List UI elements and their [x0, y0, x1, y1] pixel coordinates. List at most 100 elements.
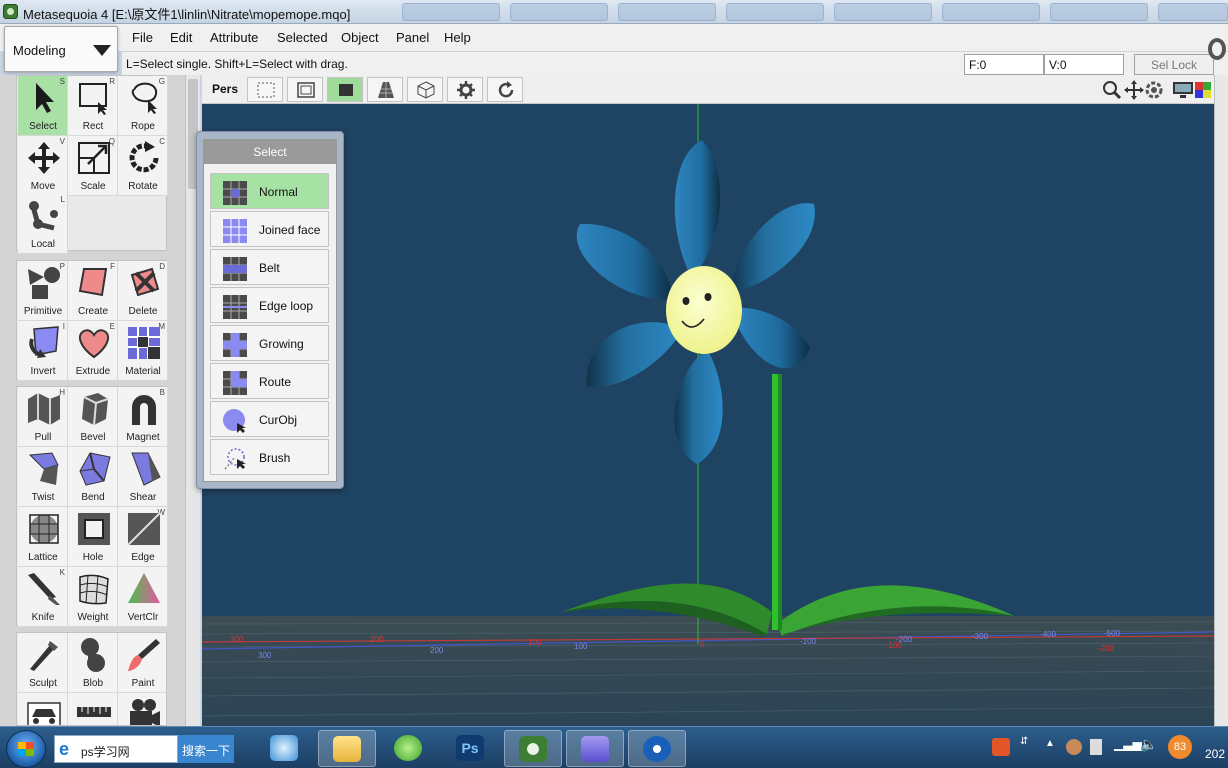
- tool-bend[interactable]: Bend: [68, 447, 118, 507]
- taskbar-app-browser[interactable]: [256, 730, 314, 767]
- wire-icon: [297, 82, 315, 98]
- tool-vertclr[interactable]: VertClr: [118, 567, 168, 627]
- status-hint: L=Select single. Shift+L=Select with dra…: [126, 57, 348, 71]
- menu-object[interactable]: Object: [341, 30, 379, 45]
- monitor-icon[interactable]: [1172, 81, 1194, 99]
- wireframe-rect-button[interactable]: [247, 77, 283, 102]
- z-tick-label: -400: [1040, 630, 1057, 639]
- delete-icon: [130, 267, 160, 297]
- taskbar-app-explorer[interactable]: [318, 730, 376, 767]
- tool-ruler[interactable]: [68, 693, 118, 725]
- view-mode-label[interactable]: Pers: [212, 82, 238, 96]
- tool-knife[interactable]: K Knife: [18, 567, 68, 627]
- menu-attribute[interactable]: Attribute: [210, 30, 258, 45]
- tool-scale[interactable]: Q Scale: [68, 136, 118, 196]
- cube-grid-button[interactable]: [407, 77, 443, 102]
- select-mode-growing[interactable]: Growing: [210, 325, 329, 361]
- tool-primitive[interactable]: P Primitive: [18, 261, 68, 321]
- menu-selected[interactable]: Selected: [277, 30, 328, 45]
- title-bar: Metasequoia 4 [E:\原文件1\linlin\Nitrate\mo…: [0, 0, 1228, 24]
- mode-value: Modeling: [13, 43, 66, 58]
- start-button[interactable]: [6, 730, 46, 768]
- tool-rope[interactable]: G Rope: [118, 76, 168, 136]
- select-mode-joined-face[interactable]: Joined face: [210, 211, 329, 247]
- menu-edit[interactable]: Edit: [170, 30, 192, 45]
- car-icon: [27, 702, 61, 725]
- joined-face-icon: [223, 219, 247, 243]
- tool-shear[interactable]: Shear: [118, 447, 168, 507]
- user-avatar-icon[interactable]: [1066, 739, 1082, 755]
- ime-settings-icon[interactable]: ⇵: [1020, 736, 1028, 747]
- tool-rotate[interactable]: C Rotate: [118, 136, 168, 196]
- select-mode-route[interactable]: Route: [210, 363, 329, 399]
- tool-blob[interactable]: Blob: [68, 633, 118, 693]
- texture-button[interactable]: [367, 77, 403, 102]
- menu-file[interactable]: File: [132, 30, 153, 45]
- tool-delete[interactable]: D Delete: [118, 261, 168, 321]
- tool-local[interactable]: L Local: [18, 194, 68, 254]
- usb-device-icon[interactable]: [1090, 739, 1102, 755]
- tool-rect[interactable]: R Rect: [68, 76, 118, 136]
- weight-icon: [79, 574, 109, 605]
- clock[interactable]: 202: [1205, 747, 1225, 761]
- tool-camera[interactable]: [118, 693, 166, 725]
- taskbar-search-box[interactable]: e ps学习网: [54, 735, 178, 763]
- 3d-viewport[interactable]: 300 200 100 0 -100 -200 300 200 100 -100…: [202, 104, 1214, 726]
- tool-invert[interactable]: I Invert: [18, 321, 68, 381]
- tool-magnet[interactable]: B Magnet: [118, 387, 168, 447]
- zoom-icon[interactable]: [1102, 80, 1122, 100]
- background-tab: [726, 3, 824, 21]
- select-mode-brush[interactable]: Brush: [210, 439, 329, 475]
- background-tab: [834, 3, 932, 21]
- color-palette-icon[interactable]: [1194, 81, 1212, 99]
- tool-pull[interactable]: H Pull: [18, 387, 68, 447]
- tool-create[interactable]: F Create: [68, 261, 118, 321]
- ie-icon: e: [59, 739, 70, 759]
- network-signal-icon[interactable]: ▁▃▅: [1114, 737, 1142, 751]
- primitive-icon: [28, 267, 60, 299]
- pull-icon: [28, 393, 60, 425]
- bend-icon: [79, 452, 111, 486]
- sel-lock-button[interactable]: Sel Lock: [1134, 54, 1214, 75]
- tool-sculpt[interactable]: Sculpt: [18, 633, 68, 693]
- tool-car[interactable]: [18, 693, 68, 725]
- taskbar-app-photoshop[interactable]: Ps: [442, 730, 500, 767]
- menu-help[interactable]: Help: [444, 30, 471, 45]
- tool-material[interactable]: M Material: [118, 321, 168, 381]
- wire-button[interactable]: [287, 77, 323, 102]
- sogou-ime-icon[interactable]: [992, 738, 1010, 756]
- tool-edge[interactable]: W Edge: [118, 507, 168, 567]
- orbit-icon[interactable]: [1144, 80, 1164, 100]
- tool-bevel[interactable]: Bevel: [68, 387, 118, 447]
- tray-badge[interactable]: 83: [1168, 735, 1192, 759]
- flower-center-face: [666, 266, 742, 354]
- taskbar-app-metasequoia[interactable]: [504, 730, 562, 767]
- right-panel-strip[interactable]: [1214, 75, 1228, 726]
- pan-icon[interactable]: [1124, 80, 1144, 100]
- refresh-button[interactable]: [487, 77, 523, 102]
- solid-button[interactable]: [327, 77, 363, 102]
- mode-dropdown[interactable]: Modeling: [4, 26, 118, 72]
- select-mode-belt[interactable]: Belt: [210, 249, 329, 285]
- tool-paint[interactable]: Paint: [118, 633, 166, 693]
- tool-select[interactable]: S Select: [18, 76, 68, 136]
- menu-panel[interactable]: Panel: [396, 30, 429, 45]
- tool-lattice[interactable]: Lattice: [18, 507, 68, 567]
- taskbar-app-360[interactable]: [380, 730, 438, 767]
- taskbar-app-player[interactable]: [628, 730, 686, 767]
- face-count: F:0: [964, 54, 1044, 75]
- tray-expand-icon[interactable]: ▲: [1045, 738, 1055, 749]
- select-mode-edge-loop[interactable]: Edge loop: [210, 287, 329, 323]
- select-mode-curobj[interactable]: CurObj: [210, 401, 329, 437]
- tool-move[interactable]: V Move: [18, 136, 68, 196]
- select-mode-normal[interactable]: Normal: [210, 173, 329, 209]
- volume-icon[interactable]: 🔈: [1140, 736, 1157, 753]
- tool-hole[interactable]: Hole: [68, 507, 118, 567]
- taskbar-app-video[interactable]: [566, 730, 624, 767]
- tool-extrude[interactable]: E Extrude: [68, 321, 118, 381]
- tool-weight[interactable]: Weight: [68, 567, 118, 627]
- tool-twist[interactable]: Twist: [18, 447, 68, 507]
- settings-button[interactable]: [447, 77, 483, 102]
- taskbar-search-button[interactable]: 搜索一下: [178, 735, 234, 763]
- settings-gear-icon[interactable]: [1208, 38, 1226, 60]
